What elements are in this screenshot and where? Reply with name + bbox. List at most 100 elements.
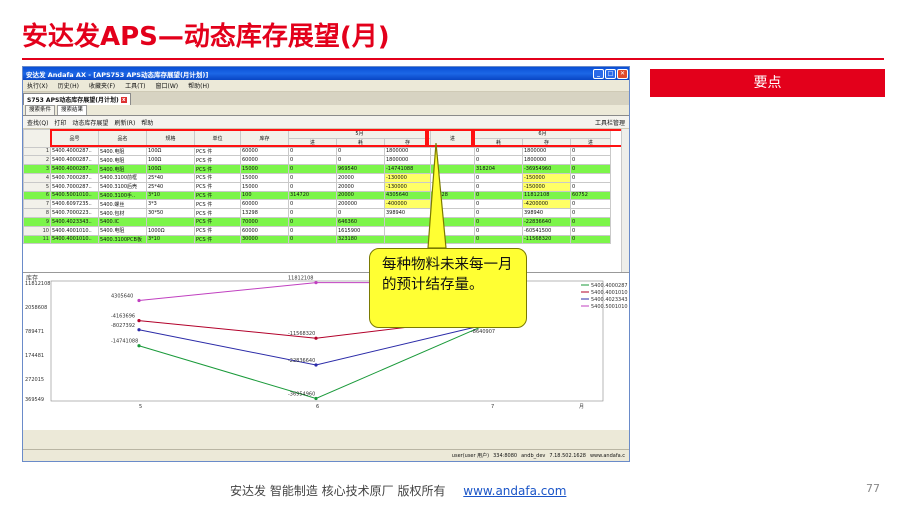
table-cell[interactable]: 0 — [570, 155, 611, 166]
table-cell[interactable]: 60000 — [240, 155, 289, 166]
table-cell[interactable]: 0 — [288, 164, 337, 174]
find-button[interactable]: 查找(Q) — [27, 118, 48, 127]
table-cell[interactable]: 0 — [288, 225, 337, 236]
table-cell[interactable]: 20000 — [336, 172, 385, 183]
table-cell[interactable]: 100Ω — [146, 146, 195, 157]
table-cell[interactable]: 5400.7000287.. — [50, 181, 99, 192]
table-cell[interactable]: 25*40 — [146, 172, 195, 183]
table-cell[interactable]: 1615900 — [336, 225, 385, 236]
table-cell[interactable]: 0 — [336, 208, 385, 218]
table-cell[interactable]: 1800000 — [522, 155, 571, 166]
table-cell[interactable]: 20000 — [336, 190, 385, 201]
table-cell[interactable]: 0 — [570, 172, 611, 183]
table-cell[interactable]: 100Ω — [146, 164, 195, 174]
table-cell[interactable]: 5400.4000287.. — [50, 146, 99, 157]
table-cell[interactable] — [430, 208, 475, 218]
table-cell[interactable]: PCS 件 — [194, 190, 241, 201]
table-cell[interactable]: 70000 — [240, 216, 289, 227]
table-cell[interactable]: 0 — [336, 155, 385, 166]
table-cell[interactable] — [430, 155, 475, 166]
table-cell[interactable] — [430, 181, 475, 192]
refresh-button[interactable]: 刷新(R) — [114, 118, 135, 127]
table-cell[interactable]: 314720 — [288, 190, 337, 201]
table-cell[interactable]: 398940 — [522, 208, 571, 218]
menu-tools[interactable]: 工具(T) — [125, 81, 145, 90]
table-cell[interactable] — [430, 234, 475, 245]
print-button[interactable]: 打印 — [54, 118, 66, 127]
table-cell[interactable]: PCS 件 — [194, 172, 241, 183]
minimize-button[interactable]: _ — [593, 68, 604, 79]
table-cell[interactable] — [430, 164, 475, 174]
toolbar-manage-button[interactable]: 工具栏管理 — [595, 118, 629, 127]
table-cell[interactable]: -11568320 — [522, 234, 571, 245]
table-cell[interactable]: 60000 — [240, 199, 289, 210]
table-cell[interactable]: 5400.电阻 — [98, 225, 147, 236]
tab-search-results[interactable]: 搜索结果 — [57, 105, 88, 115]
table-cell[interactable]: 0 — [570, 164, 611, 174]
close-tab-icon[interactable]: x — [120, 96, 127, 103]
table-cell[interactable]: 60000 — [240, 146, 289, 157]
table-cell[interactable]: 60000 — [240, 225, 289, 236]
table-row[interactable]: 2 5400.4000287.. 5400.电阻 100Ω PCS 件 60000 0 0 18… — [23, 155, 611, 166]
table-cell[interactable] — [430, 146, 475, 157]
table-cell[interactable]: 0 — [474, 155, 523, 166]
table-cell[interactable]: 0 — [474, 181, 523, 192]
table-cell[interactable]: 0 — [474, 146, 523, 157]
table-cell[interactable]: 0 — [336, 146, 385, 157]
table-cell[interactable]: 5400.电阻 — [98, 155, 147, 166]
table-cell[interactable]: 0 — [474, 225, 523, 236]
table-cell[interactable]: 30000 — [240, 234, 289, 245]
table-row[interactable]: 1 5400.4000287.. 5400.电阻 100Ω PCS 件 60000 0 0 18… — [23, 146, 611, 157]
table-row[interactable]: 8 5400.7000223.. 5400.包材 30*50 PCS 件 13298 0 0 3… — [23, 208, 611, 218]
table-row[interactable]: 7 5400.6097235.. 5400.螺丝 3*3 PCS 件 60000 0 2000… — [23, 199, 611, 210]
table-cell[interactable]: 200000 — [336, 199, 385, 210]
table-cell[interactable]: 0 — [570, 234, 611, 245]
table-cell[interactable]: 0 — [288, 199, 337, 210]
table-cell[interactable]: 100Ω — [146, 155, 195, 166]
table-cell[interactable]: 5400.4001010.. — [50, 234, 99, 245]
table-cell[interactable]: 5400.IC — [98, 216, 147, 227]
table-cell[interactable]: 100 — [240, 190, 289, 201]
table-cell[interactable]: 5400.4000287.. — [50, 155, 99, 166]
table-cell[interactable]: PCS 件 — [194, 199, 241, 210]
table-cell[interactable]: 60752 — [570, 190, 611, 201]
table-cell[interactable]: 3*10 — [146, 190, 195, 201]
footer-link[interactable]: www.andafa.com — [463, 484, 566, 498]
window-titlebar[interactable]: 安达发 Andafa AX - [APS753 APS动态库存展望(月计划)] … — [23, 67, 629, 80]
menu-execute[interactable]: 执行(X) — [27, 81, 48, 90]
table-cell[interactable]: 0 — [570, 146, 611, 157]
table-row[interactable]: 11 5400.4001010.. 5400.3100PCB板 3*10 PCS 件 30… — [23, 234, 611, 245]
table-cell[interactable]: 0 — [288, 208, 337, 218]
table-cell[interactable]: 1800000 — [384, 155, 431, 166]
menu-favorites[interactable]: 收藏夹(F) — [89, 81, 115, 90]
table-cell[interactable]: 0 — [474, 199, 523, 210]
table-cell[interactable]: 0 — [570, 216, 611, 227]
table-cell[interactable]: 34528 — [430, 190, 475, 201]
table-cell[interactable] — [430, 199, 475, 210]
table-cell[interactable]: 323180 — [336, 234, 385, 245]
table-cell[interactable]: 0 — [288, 146, 337, 157]
table-cell[interactable]: 5400.7000287.. — [50, 172, 99, 183]
table-cell[interactable]: 4305640 — [384, 190, 431, 201]
tab-search-conditions[interactable]: 搜索条件 — [25, 105, 56, 115]
table-cell[interactable]: -150000 — [522, 172, 571, 183]
table-cell[interactable]: PCS 件 — [194, 181, 241, 192]
table-cell[interactable]: 0 — [474, 234, 523, 245]
table-cell[interactable]: 0 — [474, 172, 523, 183]
table-cell[interactable]: 5400.包材 — [98, 208, 147, 218]
table-cell[interactable]: 0 — [288, 172, 337, 183]
table-cell[interactable]: PCS 件 — [194, 208, 241, 218]
table-cell[interactable]: 318204 — [474, 164, 523, 174]
table-cell[interactable]: 5400.电阻 — [98, 164, 147, 174]
table-cell[interactable]: 969540 — [336, 164, 385, 174]
menu-help[interactable]: 帮助(H) — [188, 81, 209, 90]
table-cell[interactable]: 5400.4000287.. — [50, 164, 99, 174]
table-cell[interactable]: 25*40 — [146, 181, 195, 192]
table-cell[interactable]: 5400.3100前框 — [98, 172, 147, 183]
table-cell[interactable]: PCS 件 — [194, 234, 241, 245]
table-row[interactable]: 5 5400.7000287.. 5400.3100后壳 25*40 PCS 件 1500… — [23, 181, 611, 192]
table-cell[interactable] — [430, 225, 475, 236]
table-cell[interactable]: 5400.3100后壳 — [98, 181, 147, 192]
maximize-button[interactable]: □ — [605, 68, 616, 79]
table-cell[interactable]: 5400.7000223.. — [50, 208, 99, 218]
